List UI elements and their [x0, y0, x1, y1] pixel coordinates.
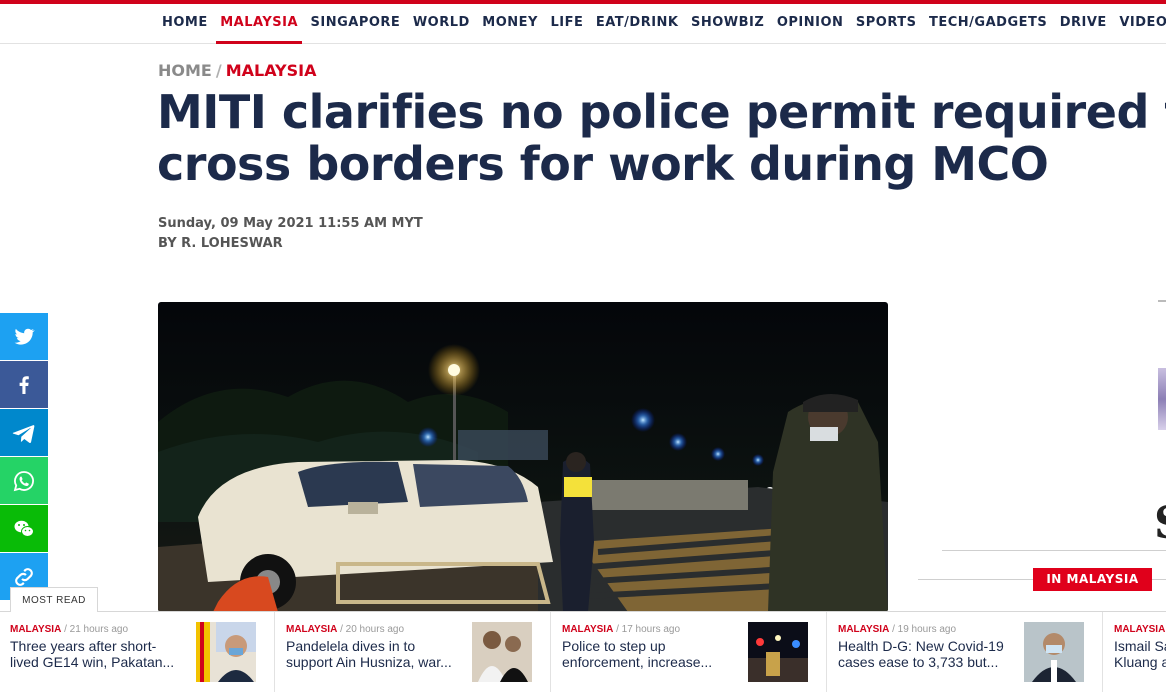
telegram-icon — [12, 424, 35, 443]
most-read-category[interactable]: MALAYSIA — [10, 624, 61, 635]
breadcrumb-home[interactable]: HOME — [158, 61, 212, 80]
most-read-title[interactable]: Health D-G: New Covid-19 cases ease to 3,… — [838, 638, 1010, 670]
nav-home[interactable]: HOME — [162, 4, 208, 44]
sidebar-ad-thumbnail[interactable] — [1158, 368, 1166, 430]
most-read-meta: MALAYSIA / 21 hours ago — [10, 624, 129, 635]
most-read-category[interactable]: MALAYSIA — [562, 624, 613, 635]
whatsapp-icon — [13, 470, 34, 491]
most-read-item[interactable]: MALAYSIA / 21 hours ago Three years afte… — [0, 612, 275, 692]
facebook-icon — [19, 375, 29, 394]
share-wechat-button[interactable] — [0, 505, 48, 552]
top-nav-bar: HOME MALAYSIA SINGAPORE WORLD MONEY LIFE… — [0, 0, 1166, 44]
most-read-title[interactable]: Police to step up enforcement, increase..… — [562, 638, 734, 670]
most-read-thumbnail[interactable] — [472, 622, 532, 682]
nav-eat-drink[interactable]: EAT/DRINK — [596, 4, 679, 44]
most-read-item[interactable]: MALAYSIA Ismail Sa Kluang a — [1104, 612, 1166, 692]
nav-singapore[interactable]: SINGAPORE — [311, 4, 401, 44]
most-read-time: 19 hours ago — [897, 624, 957, 635]
most-read-meta: MALAYSIA — [1114, 624, 1165, 635]
most-read-item[interactable]: MALAYSIA / 17 hours ago Police to step u… — [552, 612, 827, 692]
sidebar-divider — [1158, 300, 1166, 302]
most-read-category[interactable]: MALAYSIA — [1114, 624, 1165, 635]
most-read-title[interactable]: Three years after short-lived GE14 win, … — [10, 638, 182, 670]
nav-videos[interactable]: VIDEOS — [1119, 4, 1166, 44]
most-read-thumbnail[interactable] — [1024, 622, 1084, 682]
article-date: Sunday, 09 May 2021 11:55 AM MYT — [158, 216, 423, 231]
nav-drive[interactable]: DRIVE — [1060, 4, 1107, 44]
most-read-meta: MALAYSIA / 17 hours ago — [562, 624, 681, 635]
article-main-photo[interactable] — [158, 302, 888, 612]
share-whatsapp-button[interactable] — [0, 457, 48, 504]
most-read-tab[interactable]: MOST READ — [10, 587, 98, 612]
night-roadblock-illustration — [158, 302, 888, 612]
headline-line-2: cross borders for work during MCO — [157, 137, 1049, 191]
breadcrumb: HOME / MALAYSIA — [158, 61, 316, 80]
breadcrumb-section[interactable]: MALAYSIA — [226, 61, 317, 80]
article-headline: MITI clarifies no police permit required… — [157, 86, 1166, 190]
most-read-thumbnail[interactable] — [748, 622, 808, 682]
nav-opinion[interactable]: OPINION — [777, 4, 844, 44]
nav-world[interactable]: WORLD — [413, 4, 470, 44]
nav-showbiz[interactable]: SHOWBIZ — [691, 4, 764, 44]
most-read-category[interactable]: MALAYSIA — [286, 624, 337, 635]
most-read-thumbnail[interactable] — [196, 622, 256, 682]
main-nav: HOME MALAYSIA SINGAPORE WORLD MONEY LIFE… — [162, 4, 1166, 44]
headline-line-1: MITI clarifies no police permit required… — [157, 85, 1166, 139]
twitter-icon — [14, 328, 35, 345]
most-read-category[interactable]: MALAYSIA — [838, 624, 889, 635]
sidebar-partial-text: S — [1154, 498, 1166, 549]
share-telegram-button[interactable] — [0, 409, 48, 456]
nav-malaysia[interactable]: MALAYSIA — [216, 4, 302, 44]
most-read-bar: MALAYSIA / 21 hours ago Three years afte… — [0, 611, 1166, 692]
nav-sports[interactable]: SPORTS — [856, 4, 917, 44]
wechat-icon — [14, 520, 34, 537]
in-malaysia-label[interactable]: IN MALAYSIA — [1033, 568, 1152, 591]
breadcrumb-separator: / — [215, 61, 222, 80]
most-read-title[interactable]: Pandelela dives in to support Ain Husniza… — [286, 638, 458, 670]
most-read-time: 20 hours ago — [345, 624, 405, 635]
share-facebook-button[interactable] — [0, 361, 48, 408]
most-read-meta: MALAYSIA / 20 hours ago — [286, 624, 405, 635]
nav-money[interactable]: MONEY — [482, 4, 538, 44]
most-read-item[interactable]: MALAYSIA / 20 hours ago Pandelela dives … — [276, 612, 551, 692]
link-icon — [15, 567, 33, 586]
sidebar-divider — [942, 550, 1166, 551]
nav-life[interactable]: LIFE — [550, 4, 583, 44]
article-byline: BY R. LOHESWAR — [158, 236, 283, 251]
most-read-time: 21 hours ago — [69, 624, 129, 635]
share-twitter-button[interactable] — [0, 313, 48, 360]
most-read-item[interactable]: MALAYSIA / 19 hours ago Health D-G: New … — [828, 612, 1103, 692]
most-read-title[interactable]: Ismail Sa Kluang a — [1114, 638, 1166, 670]
most-read-time: 17 hours ago — [621, 624, 681, 635]
most-read-meta: MALAYSIA / 19 hours ago — [838, 624, 957, 635]
nav-tech-gadgets[interactable]: TECH/GADGETS — [929, 4, 1047, 44]
